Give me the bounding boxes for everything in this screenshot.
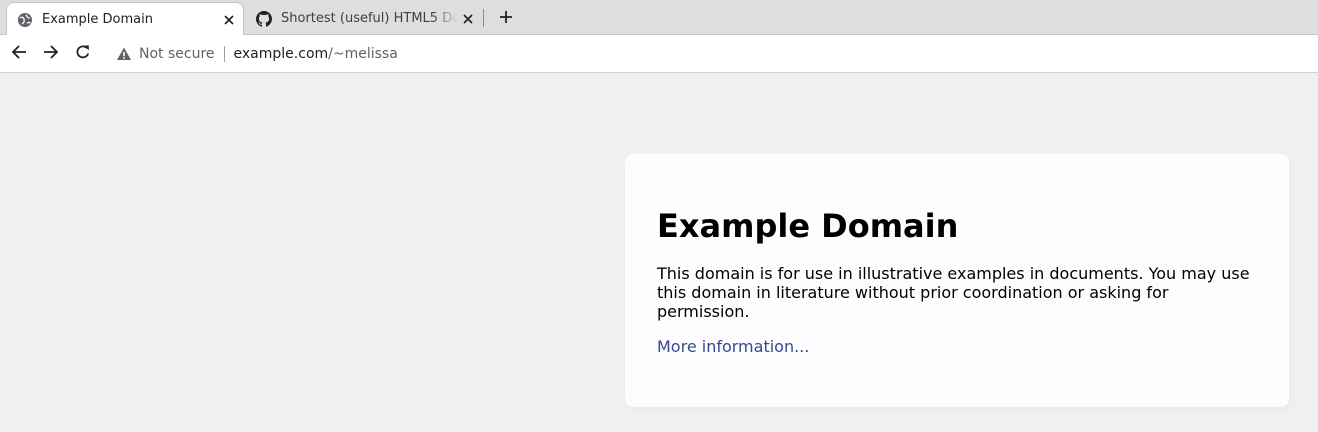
tab-shortest-html5[interactable]: Shortest (useful) HTML5 Document xyxy=(246,2,482,35)
close-tab-icon[interactable] xyxy=(219,10,239,30)
warning-triangle-icon[interactable] xyxy=(115,45,133,63)
page-heading: Example Domain xyxy=(657,207,959,245)
security-status-label[interactable]: Not secure xyxy=(139,46,215,62)
tab-separator xyxy=(483,9,484,27)
url-host[interactable]: example.com xyxy=(234,46,329,62)
reload-button[interactable] xyxy=(71,42,95,66)
arrow-right-icon xyxy=(43,44,59,64)
tab-title: Shortest (useful) HTML5 Document xyxy=(281,11,458,26)
address-divider xyxy=(223,46,225,62)
forward-button[interactable] xyxy=(39,42,63,66)
more-information-link[interactable]: More information... xyxy=(657,337,809,356)
arrow-left-icon xyxy=(11,44,27,64)
back-button[interactable] xyxy=(7,42,31,66)
page-paragraph: This domain is for use in illustrative e… xyxy=(657,264,1250,321)
content-card: Example Domain This domain is for use in… xyxy=(625,154,1289,407)
close-tab-icon[interactable] xyxy=(458,9,478,29)
tab-strip: Example Domain Shortest (useful) HTML5 D… xyxy=(0,0,1318,36)
address-bar[interactable]: Not secure example.com/~melissa xyxy=(106,39,1318,69)
plus-icon xyxy=(499,9,513,28)
globe-icon xyxy=(17,12,33,28)
url-path[interactable]: /~melissa xyxy=(328,46,398,62)
reload-icon xyxy=(75,44,91,64)
github-icon xyxy=(256,10,272,27)
page-viewport: Example Domain This domain is for use in… xyxy=(0,74,1318,432)
browser-toolbar: Not secure example.com/~melissa xyxy=(0,35,1318,73)
tab-example-domain[interactable]: Example Domain xyxy=(6,2,244,36)
tab-title: Example Domain xyxy=(42,12,153,27)
new-tab-button[interactable] xyxy=(494,6,518,30)
